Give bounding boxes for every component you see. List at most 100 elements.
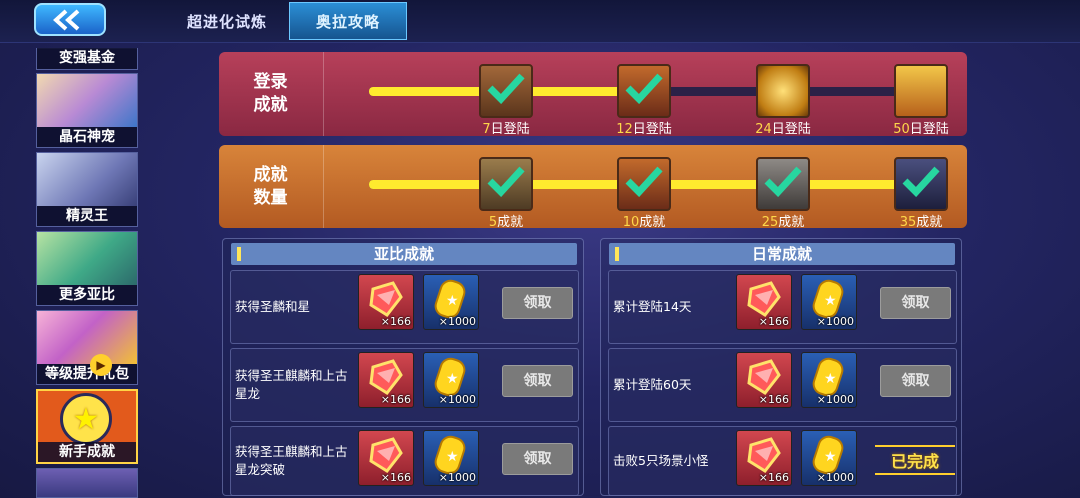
next-item-art — [37, 469, 137, 497]
panel-title-line: 登录 — [253, 72, 288, 92]
milestone-label: 24日登陆 — [755, 122, 811, 137]
milestone-label: 7日登陆 — [482, 122, 530, 137]
gold-coupon-reward-icon[interactable]: ★ ×1000 — [801, 352, 857, 408]
sidebar-item-level-gift[interactable]: 等级提升礼包 — [36, 310, 138, 385]
svg-text:★: ★ — [824, 293, 837, 309]
reward-quantity: ×1000 — [816, 393, 854, 406]
panel-title-line: 成就 — [253, 95, 288, 115]
reward-chest-12[interactable] — [617, 64, 671, 118]
crystal-pet-art — [37, 74, 137, 127]
reward-quantity: ×166 — [380, 471, 411, 484]
achievement-text: 获得圣王麒麟和上古星龙突破 — [235, 444, 348, 477]
reward-quantity: ×166 — [758, 315, 789, 328]
back-button[interactable] — [34, 3, 106, 36]
reward-chest-25[interactable] — [756, 157, 810, 211]
reward-quantity: ×166 — [380, 393, 411, 406]
reward-chest-35[interactable] — [894, 157, 948, 211]
achievement-text: 累计登陆14天 — [613, 299, 692, 314]
level-gift-art — [37, 311, 137, 364]
achievement-text: 获得圣麟和星 — [235, 299, 311, 314]
sidebar-item-fund[interactable]: 变强基金 — [36, 48, 138, 70]
red-gem-reward-icon[interactable]: ×166 — [358, 430, 414, 486]
section-header: 亚比成就 — [231, 243, 577, 265]
check-icon — [625, 166, 663, 197]
reward-chest-50[interactable] — [894, 64, 948, 118]
milestone-label: 12日登陆 — [616, 122, 672, 137]
gold-coupon-reward-icon[interactable]: ★ ×1000 — [801, 274, 857, 330]
claim-button[interactable]: 领取 — [502, 443, 573, 475]
sidebar-item-elf-king[interactable]: 精灵王 — [36, 152, 138, 227]
red-gem-reward-icon[interactable]: ×166 — [358, 352, 414, 408]
red-gem-reward-icon[interactable]: ×166 — [736, 352, 792, 408]
reward-chest-7[interactable] — [479, 64, 533, 118]
login-achievement-panel: 登录 成就 7日登陆 12日登陆 24日登陆 50日登陆 — [219, 52, 967, 137]
achievement-row: 获得圣王麒麟和上古星龙 ×166 ★ ×1000 领取 — [230, 348, 579, 422]
achievement-text: 击败5只场景小怪 — [613, 453, 709, 468]
daily-achievement-section: 日常成就 累计登陆14天 ×166 ★ ×1000 领取 累计登陆60天 ×16… — [600, 238, 962, 496]
claim-button[interactable]: 领取 — [880, 365, 951, 397]
red-gem-reward-icon[interactable]: ×166 — [736, 274, 792, 330]
achievement-row: 获得圣王麒麟和上古星龙突破 ×166 ★ ×1000 领取 — [230, 426, 579, 496]
header-accent — [615, 247, 619, 261]
red-gem-reward-icon[interactable]: ×166 — [358, 274, 414, 330]
top-bar: 超进化试炼 奥拉攻略 — [0, 0, 1080, 43]
sidebar-item-label: 更多亚比 — [37, 285, 137, 305]
tab-super-evolution-trial[interactable]: 超进化试炼 — [168, 2, 286, 40]
section-title: 日常成就 — [751, 245, 812, 263]
panel-title: 成就 数量 — [219, 145, 322, 228]
section-title: 亚比成就 — [373, 245, 434, 263]
section-header: 日常成就 — [609, 243, 955, 265]
svg-text:★: ★ — [446, 449, 459, 465]
reward-quantity: ×1000 — [816, 471, 854, 484]
milestone-label: 50日登陆 — [893, 122, 949, 137]
red-gem-reward-icon[interactable]: ×166 — [736, 430, 792, 486]
claim-button[interactable]: 领取 — [880, 287, 951, 319]
sidebar-item-next[interactable] — [36, 468, 138, 498]
claim-button[interactable]: 领取 — [502, 287, 573, 319]
reward-chest-10[interactable] — [617, 157, 671, 211]
completed-stamp: 已完成 — [875, 445, 955, 475]
reward-orb-24[interactable] — [756, 64, 810, 118]
svg-text:★: ★ — [824, 371, 837, 387]
reward-quantity: ×1000 — [438, 393, 476, 406]
achievement-count-panel: 成就 数量 5成就 10成就 25成就 35成就 — [219, 145, 967, 230]
reward-chest-5[interactable] — [479, 157, 533, 211]
play-arrow-icon[interactable]: ▶ — [90, 354, 112, 376]
sidebar-item-newbie-achievement[interactable]: ★ 新手成就 — [36, 389, 138, 464]
svg-text:★: ★ — [446, 371, 459, 387]
divider — [323, 52, 324, 136]
panel-title: 登录 成就 — [219, 52, 322, 136]
reward-quantity: ×1000 — [438, 471, 476, 484]
milestone-label: 10成就 — [622, 215, 666, 230]
sidebar-item-more-yabi[interactable]: 更多亚比 — [36, 231, 138, 306]
header-accent — [237, 247, 241, 261]
tab-aola-guide[interactable]: 奥拉攻略 — [289, 2, 407, 40]
divider — [323, 145, 324, 228]
sidebar-item-label: 精灵王 — [37, 206, 137, 226]
sidebar-item-crystal-pet[interactable]: 晶石神宠 — [36, 73, 138, 148]
sidebar-item-label: 等级提升礼包 — [37, 364, 137, 384]
reward-quantity: ×1000 — [816, 315, 854, 328]
star-icon: ★ — [60, 393, 112, 445]
milestone-label: 25成就 — [761, 215, 805, 230]
gold-coupon-reward-icon[interactable]: ★ ×1000 — [801, 430, 857, 486]
check-icon — [487, 166, 525, 197]
sidebar-item-label: 变强基金 — [37, 48, 137, 69]
gold-coupon-reward-icon[interactable]: ★ ×1000 — [423, 430, 479, 486]
gold-coupon-reward-icon[interactable]: ★ ×1000 — [423, 352, 479, 408]
sidebar-item-label: 晶石神宠 — [37, 127, 137, 147]
achievement-row: 累计登陆60天 ×166 ★ ×1000 领取 — [608, 348, 957, 422]
reward-quantity: ×166 — [758, 471, 789, 484]
achievement-row: 累计登陆14天 ×166 ★ ×1000 领取 — [608, 270, 957, 344]
check-icon — [764, 166, 802, 197]
claim-button[interactable]: 领取 — [502, 365, 573, 397]
milestone-label: 5成就 — [488, 215, 524, 230]
check-icon — [625, 73, 663, 104]
reward-quantity: ×166 — [758, 393, 789, 406]
panel-title-line: 成就 — [253, 164, 288, 185]
double-chevron-left-icon — [53, 9, 80, 30]
achievement-text: 获得圣王麒麟和上古星龙 — [235, 368, 348, 401]
milestone-label: 35成就 — [899, 215, 943, 230]
gold-coupon-reward-icon[interactable]: ★ ×1000 — [423, 274, 479, 330]
check-icon — [902, 166, 940, 197]
